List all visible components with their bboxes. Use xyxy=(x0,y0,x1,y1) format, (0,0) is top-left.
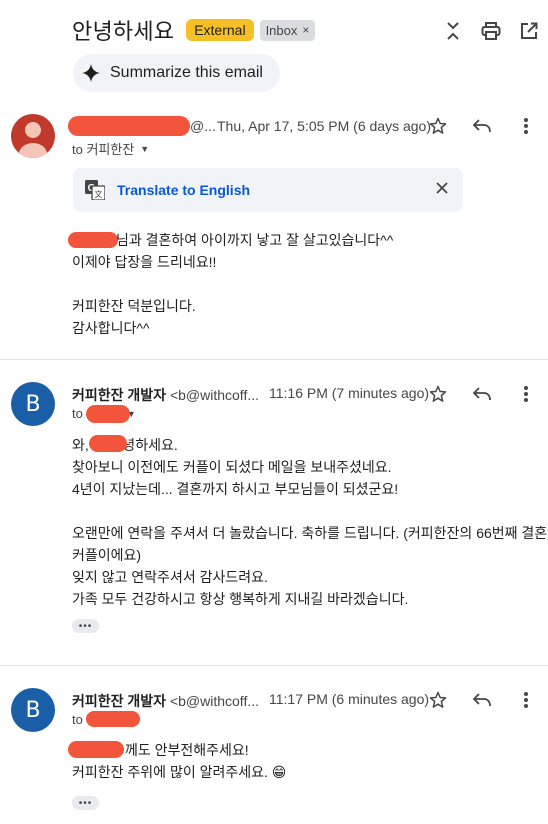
sender-name: 커피한잔 개발자 xyxy=(72,387,167,403)
star-icon[interactable] xyxy=(416,686,460,714)
recipient-text: to xyxy=(72,406,83,421)
translate-banner: G文 Translate to English xyxy=(73,168,463,212)
recipient-text: to 커피한잔 xyxy=(72,142,135,157)
open-in-new-window-icon[interactable] xyxy=(510,16,548,46)
remove-label-icon[interactable]: × xyxy=(302,23,309,37)
message-time: Thu, Apr 17, 5:05 PM (6 days ago) xyxy=(217,118,432,134)
sender-address[interactable]: @... xyxy=(190,118,216,134)
recipient-line[interactable]: to 커피한잔 ▼ xyxy=(72,139,149,158)
redacted-name xyxy=(89,435,127,452)
translate-link[interactable]: Translate to English xyxy=(117,182,250,198)
sender[interactable]: 커피한잔 개발자 <b@withcoff... xyxy=(72,691,259,711)
body-line: 찾아보니 이전에도 커플이 되셨다 메일을 보내주셨네요. xyxy=(72,459,392,475)
svg-text:文: 文 xyxy=(95,189,103,199)
message-divider xyxy=(0,359,548,360)
body-blank-line xyxy=(72,273,542,295)
body-line: 잊지 않고 연락주셔서 감사드려요. xyxy=(72,569,268,585)
redacted-recipient xyxy=(86,711,140,727)
message-time: 11:17 PM (6 minutes ago) xyxy=(269,691,430,707)
body-line: 께도 안부전해주세요! xyxy=(125,742,249,758)
print-icon[interactable] xyxy=(472,16,510,46)
sparkle-icon xyxy=(82,64,100,82)
avatar[interactable]: B xyxy=(11,382,55,426)
sender-address-text: @... xyxy=(190,118,216,134)
subject-row: 안녕하세요 External Inbox × xyxy=(72,14,316,46)
body-blank-line xyxy=(72,500,542,522)
recipient-line[interactable]: to xyxy=(72,712,83,727)
show-trimmed-content-button[interactable]: ••• xyxy=(72,796,99,810)
external-label: External xyxy=(186,19,254,41)
redacted-name xyxy=(68,741,124,758)
sender[interactable]: 커피한잔 개발자 <b@withcoff... xyxy=(72,385,259,405)
summarize-button[interactable]: Summarize this email xyxy=(73,54,280,92)
body-line: 님과 결혼하여 아이까지 낳고 잘 살고있습니다^^ xyxy=(116,232,394,248)
chevron-down-icon[interactable]: ▼ xyxy=(140,144,149,154)
body-line: 4년이 지났는데... 결혼까지 하시고 부모님들이 되셨군요! xyxy=(72,481,399,497)
message-actions xyxy=(416,112,548,140)
reply-icon[interactable] xyxy=(460,686,504,714)
sender-address: <b@withcoff... xyxy=(169,387,260,403)
body-line: 커피한잔 덕분입니다. xyxy=(72,298,196,314)
body-line: 가족 모두 건강하시고 항상 행복하게 지내길 바라겠습니다. xyxy=(72,591,409,607)
message-body: 와, 님 안녕하세요. 찾아보니 이전에도 커플이 되셨다 메일을 보내주셨네요… xyxy=(72,434,548,610)
message-actions xyxy=(416,380,548,408)
message-divider xyxy=(0,665,548,666)
message-body: 님과 결혼하여 아이까지 낳고 잘 살고있습니다^^ 이제야 답장을 드리네요!… xyxy=(72,229,542,339)
more-options-icon[interactable] xyxy=(504,380,548,408)
message-actions xyxy=(416,686,548,714)
inbox-label[interactable]: Inbox × xyxy=(259,19,316,41)
redacted-recipient xyxy=(86,405,130,423)
thread-toolbar xyxy=(434,16,548,46)
more-options-icon[interactable] xyxy=(504,686,548,714)
message-time: 11:16 PM (7 minutes ago) xyxy=(269,385,430,401)
body-line: 와, 님 안녕하세요. xyxy=(72,437,178,453)
star-icon[interactable] xyxy=(416,112,460,140)
message-body: 께도 안부전해주세요! 커피한잔 주위에 많이 알려주세요. 😁 xyxy=(72,739,542,783)
body-line: 감사합니다^^ xyxy=(72,320,150,336)
show-trimmed-content-button[interactable]: ••• xyxy=(72,619,99,633)
email-subject: 안녕하세요 xyxy=(72,20,175,45)
body-line: 커플이에요) xyxy=(72,547,142,563)
body-line: 오랜만에 연락을 주셔서 더 놀랐습니다. 축하를 드립니다. (커피한잔의 6… xyxy=(72,525,548,541)
inbox-label-text: Inbox xyxy=(265,22,298,38)
recipient-text: to xyxy=(72,712,83,727)
google-translate-icon: G文 xyxy=(85,180,106,205)
reply-icon[interactable] xyxy=(460,380,504,408)
body-line: 이제야 답장을 드리네요!! xyxy=(72,254,217,270)
close-icon[interactable] xyxy=(435,181,449,200)
collapse-icon[interactable] xyxy=(434,16,472,46)
redacted-sender xyxy=(68,116,190,136)
avatar[interactable]: B xyxy=(11,688,55,732)
star-icon[interactable] xyxy=(416,380,460,408)
more-options-icon[interactable] xyxy=(504,112,548,140)
reply-icon[interactable] xyxy=(460,112,504,140)
sender-name: 커피한잔 개발자 xyxy=(72,693,167,709)
body-line: 커피한잔 주위에 많이 알려주세요. 😁 xyxy=(72,764,287,780)
avatar[interactable] xyxy=(11,114,55,158)
summarize-label: Summarize this email xyxy=(110,64,263,81)
sender-address: <b@withcoff... xyxy=(169,693,260,709)
